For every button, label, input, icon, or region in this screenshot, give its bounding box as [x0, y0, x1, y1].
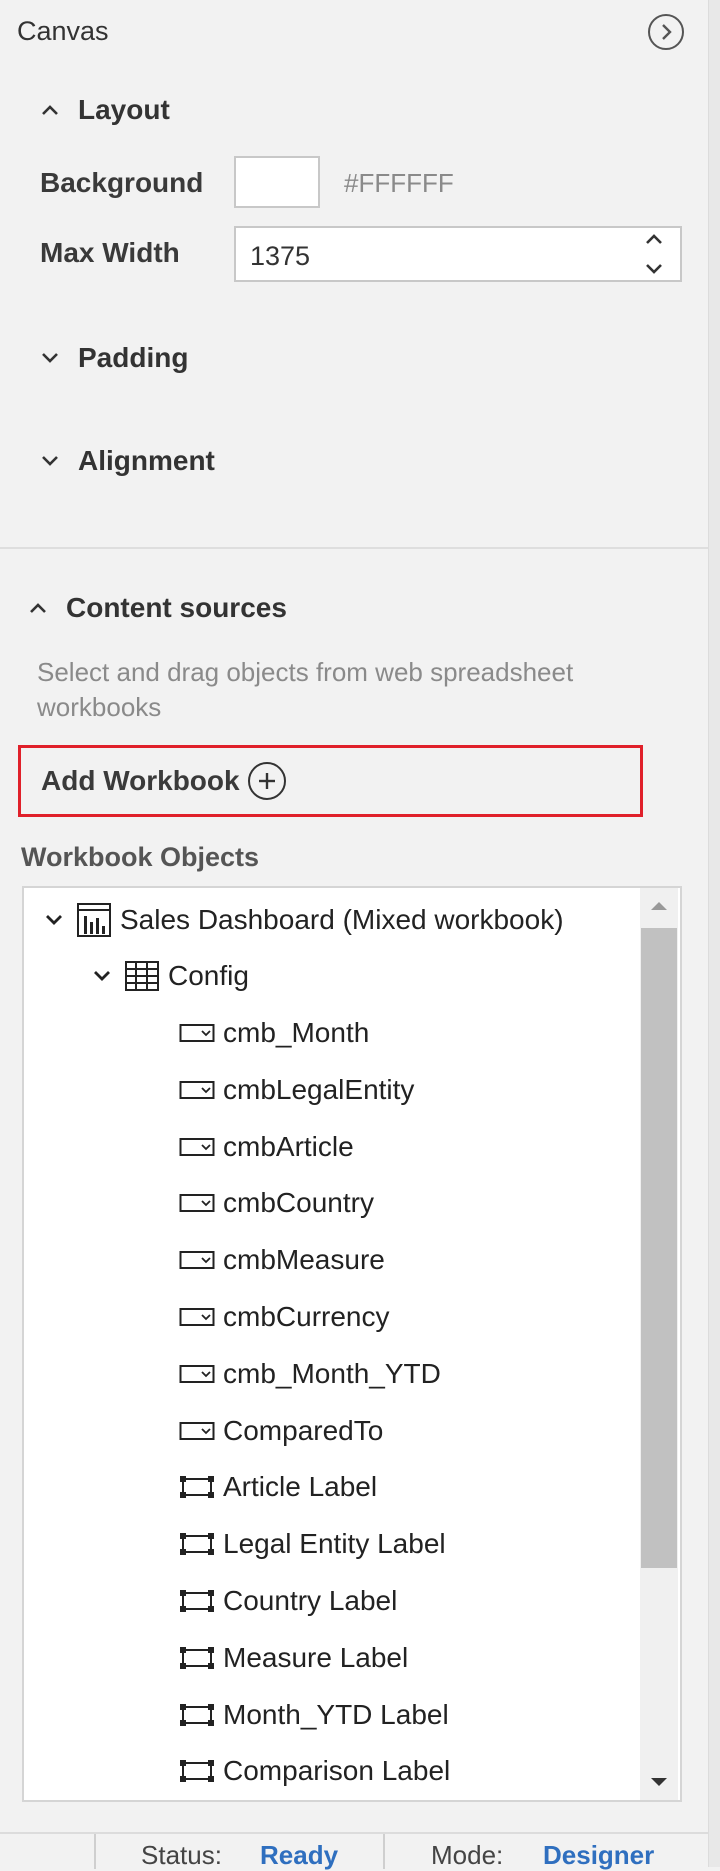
- chart-icon: [76, 902, 112, 938]
- layout-section-toggle[interactable]: Layout: [40, 94, 170, 126]
- tree-item-label: Country Label: [223, 1585, 398, 1616]
- add-workbook-button[interactable]: Add Workbook: [18, 745, 643, 817]
- background-color-swatch[interactable]: [234, 156, 320, 208]
- tree-item[interactable]: cmbLegalEntity: [179, 1070, 414, 1110]
- tree-scrollbar[interactable]: [640, 888, 678, 1800]
- status-separator: [383, 1834, 385, 1869]
- combobox-icon: [179, 1080, 215, 1100]
- combobox-icon: [179, 1421, 215, 1441]
- panel-edge: [708, 0, 720, 1867]
- tree-item-label: Article Label: [223, 1471, 378, 1503]
- chevron-up-icon: [28, 601, 52, 615]
- content-sources-hint: Select and drag objects from web spreads…: [37, 657, 574, 722]
- tree-item-label: Measure Label: [223, 1641, 409, 1673]
- status-separator: [94, 1834, 96, 1869]
- collapse-panel-button[interactable]: [648, 14, 684, 50]
- layout-section-title: Layout: [78, 94, 170, 125]
- max-width-stepper[interactable]: [644, 232, 666, 276]
- label-icon: [179, 1532, 215, 1556]
- tree-item-label: cmbMeasure: [223, 1244, 385, 1276]
- chevron-down-icon: [40, 454, 64, 468]
- alignment-section-toggle[interactable]: Alignment: [40, 445, 215, 477]
- tree-item[interactable]: Month_YTD Label: [179, 1695, 449, 1735]
- tree-item[interactable]: cmbCountry: [179, 1183, 374, 1223]
- tree-item[interactable]: Comparison Label: [179, 1751, 450, 1791]
- alignment-section-title: Alignment: [78, 445, 215, 476]
- label-icon: [179, 1475, 215, 1499]
- chevron-down-icon: [40, 351, 64, 365]
- label-icon: [179, 1646, 215, 1670]
- tree-item[interactable]: cmb_Month_YTD: [179, 1354, 441, 1394]
- tree-item-label: cmbCurrency: [223, 1301, 390, 1332]
- tree-item[interactable]: Measure Label: [179, 1638, 408, 1678]
- sheet-label: Config: [168, 960, 249, 991]
- background-label: Background: [40, 167, 204, 198]
- workbook-label: Sales Dashboard (Mixed workbook): [120, 904, 564, 935]
- decrement-icon[interactable]: [644, 262, 664, 276]
- tree-item-label: Comparison Label: [223, 1755, 451, 1787]
- tree-item-label: Legal Entity Label: [223, 1528, 446, 1560]
- chevron-up-icon: [40, 103, 64, 117]
- content-sources-toggle[interactable]: Content sources: [28, 592, 287, 624]
- tree-item-label: Month_YTD Label: [223, 1698, 449, 1730]
- chevron-right-icon: [662, 24, 672, 40]
- content-sources-title: Content sources: [66, 592, 287, 623]
- combobox-icon: [179, 1193, 215, 1213]
- tree-item-label: cmb_Month_YTD: [223, 1357, 441, 1389]
- padding-section-toggle[interactable]: Padding: [40, 342, 188, 374]
- padding-section-title: Padding: [78, 342, 189, 373]
- canvas-panel: Canvas Layout Background #FFFFFF Max Wid…: [0, 0, 708, 1870]
- chevron-down-icon[interactable]: [44, 913, 64, 927]
- panel-title: Canvas: [17, 16, 109, 46]
- plus-circle-icon: [247, 762, 286, 800]
- tree-item[interactable]: cmbMeasure: [179, 1240, 385, 1280]
- tree-item[interactable]: Country Label: [179, 1581, 397, 1621]
- combobox-icon: [179, 1137, 215, 1157]
- label-icon: [179, 1759, 215, 1783]
- tree-item[interactable]: Legal Entity Label: [179, 1524, 446, 1564]
- tree-item[interactable]: cmbArticle: [179, 1127, 354, 1167]
- combobox-icon: [179, 1250, 215, 1270]
- chevron-down-icon[interactable]: [92, 969, 112, 983]
- mode-value: Designer: [543, 1840, 655, 1870]
- background-color-value: #FFFFFF: [344, 168, 454, 198]
- status-value: Ready: [260, 1840, 339, 1870]
- combobox-icon: [179, 1307, 215, 1327]
- increment-icon[interactable]: [644, 232, 664, 246]
- label-icon: [179, 1703, 215, 1727]
- section-divider: [0, 547, 708, 549]
- scroll-down-icon[interactable]: [649, 1776, 669, 1788]
- scroll-up-icon[interactable]: [649, 900, 669, 912]
- tree-item-label: cmbLegalEntity: [223, 1073, 415, 1105]
- tree-item-label: cmb_Month: [223, 1017, 370, 1048]
- table-icon: [124, 960, 160, 992]
- status-bar: Status: Ready Mode: Designer: [0, 1832, 708, 1870]
- tree-item[interactable]: ComparedTo: [179, 1411, 383, 1451]
- max-width-label: Max Width: [40, 237, 180, 268]
- workbook-objects-title: Workbook Objects: [21, 842, 260, 872]
- add-workbook-label: Add Workbook: [41, 765, 240, 796]
- mode-label: Mode:: [431, 1840, 504, 1870]
- status-label: Status:: [141, 1840, 222, 1870]
- tree-item[interactable]: cmbCurrency: [179, 1297, 389, 1337]
- combobox-icon: [179, 1364, 215, 1384]
- tree-node-workbook[interactable]: Sales Dashboard (Mixed workbook): [44, 900, 564, 940]
- tree-item-label: ComparedTo: [223, 1414, 384, 1446]
- scrollbar-thumb[interactable]: [641, 928, 677, 1568]
- max-width-value: 1375: [250, 241, 311, 271]
- tree-item[interactable]: Article Label: [179, 1467, 377, 1507]
- tree-item-label: cmbArticle: [223, 1130, 354, 1162]
- tree-node-sheet[interactable]: Config: [92, 956, 249, 996]
- max-width-input[interactable]: 1375: [234, 226, 682, 282]
- label-icon: [179, 1589, 215, 1613]
- tree-item-label: cmbCountry: [223, 1187, 374, 1219]
- tree-item[interactable]: cmb_Month: [179, 1013, 369, 1053]
- workbook-objects-tree[interactable]: Sales Dashboard (Mixed workbook) Config …: [22, 886, 682, 1802]
- combobox-icon: [179, 1023, 215, 1043]
